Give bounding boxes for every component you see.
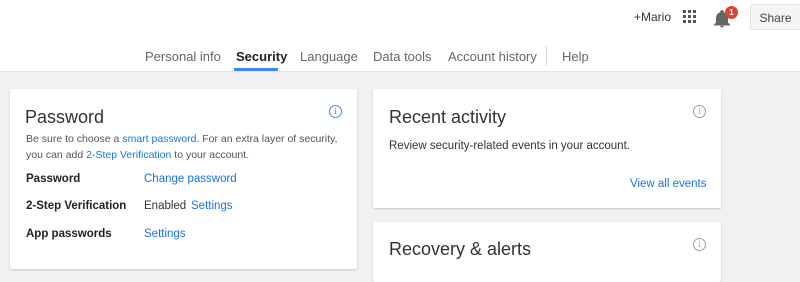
two-step-verification-link[interactable]: 2-Step Verification xyxy=(86,149,171,161)
password-card-title: Password xyxy=(25,107,105,127)
app-passwords-settings-link[interactable]: Settings xyxy=(144,228,186,240)
nav-divider xyxy=(546,46,547,66)
view-all-events-link[interactable]: View all events xyxy=(630,178,707,190)
change-password-link[interactable]: Change password xyxy=(144,173,237,185)
tab-security[interactable]: Security xyxy=(236,49,287,64)
recent-activity-card: Recent activity i Review security-relate… xyxy=(373,89,721,208)
tab-help[interactable]: Help xyxy=(562,49,589,64)
notifications-button[interactable]: 1 xyxy=(712,6,738,30)
recovery-alerts-card: Recovery & alerts i xyxy=(373,222,721,282)
share-button[interactable]: Share xyxy=(750,4,800,30)
desc-text: to your account. xyxy=(171,149,249,161)
info-icon[interactable]: i xyxy=(693,238,706,251)
desc-text: you can add xyxy=(26,149,87,161)
tab-language[interactable]: Language xyxy=(300,49,358,64)
password-description: Be sure to choose a smart password. For … xyxy=(26,131,346,163)
account-nav: Personal info Security Language Data too… xyxy=(0,36,800,72)
info-icon[interactable]: i xyxy=(329,105,342,118)
smart-password-link[interactable]: smart password xyxy=(122,133,196,145)
tab-data-tools[interactable]: Data tools xyxy=(373,49,432,64)
info-icon[interactable]: i xyxy=(693,105,706,118)
password-row-label: Password xyxy=(26,173,81,185)
user-name-link[interactable]: +Mario xyxy=(634,10,671,24)
desc-text: . For an extra layer of security, xyxy=(196,133,338,145)
recent-activity-title: Recent activity xyxy=(389,107,507,127)
desc-text: Be sure to choose a xyxy=(26,133,123,145)
tab-personal-info[interactable]: Personal info xyxy=(145,49,221,64)
apps-grid-icon[interactable] xyxy=(683,10,697,24)
two-step-settings-link[interactable]: Settings xyxy=(191,200,233,212)
active-tab-indicator xyxy=(234,68,278,71)
recovery-alerts-title: Recovery & alerts xyxy=(389,239,532,259)
app-passwords-row-label: App passwords xyxy=(26,228,112,240)
tab-account-history[interactable]: Account history xyxy=(448,49,537,64)
top-bar: +Mario 1 Share xyxy=(0,0,800,36)
two-step-status: Enabled xyxy=(144,200,187,212)
password-card: Password i Be sure to choose a smart pas… xyxy=(10,89,357,269)
two-step-row-label: 2-Step Verification xyxy=(26,200,127,212)
recent-activity-description: Review security-related events in your a… xyxy=(389,140,630,152)
notification-count-badge: 1 xyxy=(725,6,738,19)
